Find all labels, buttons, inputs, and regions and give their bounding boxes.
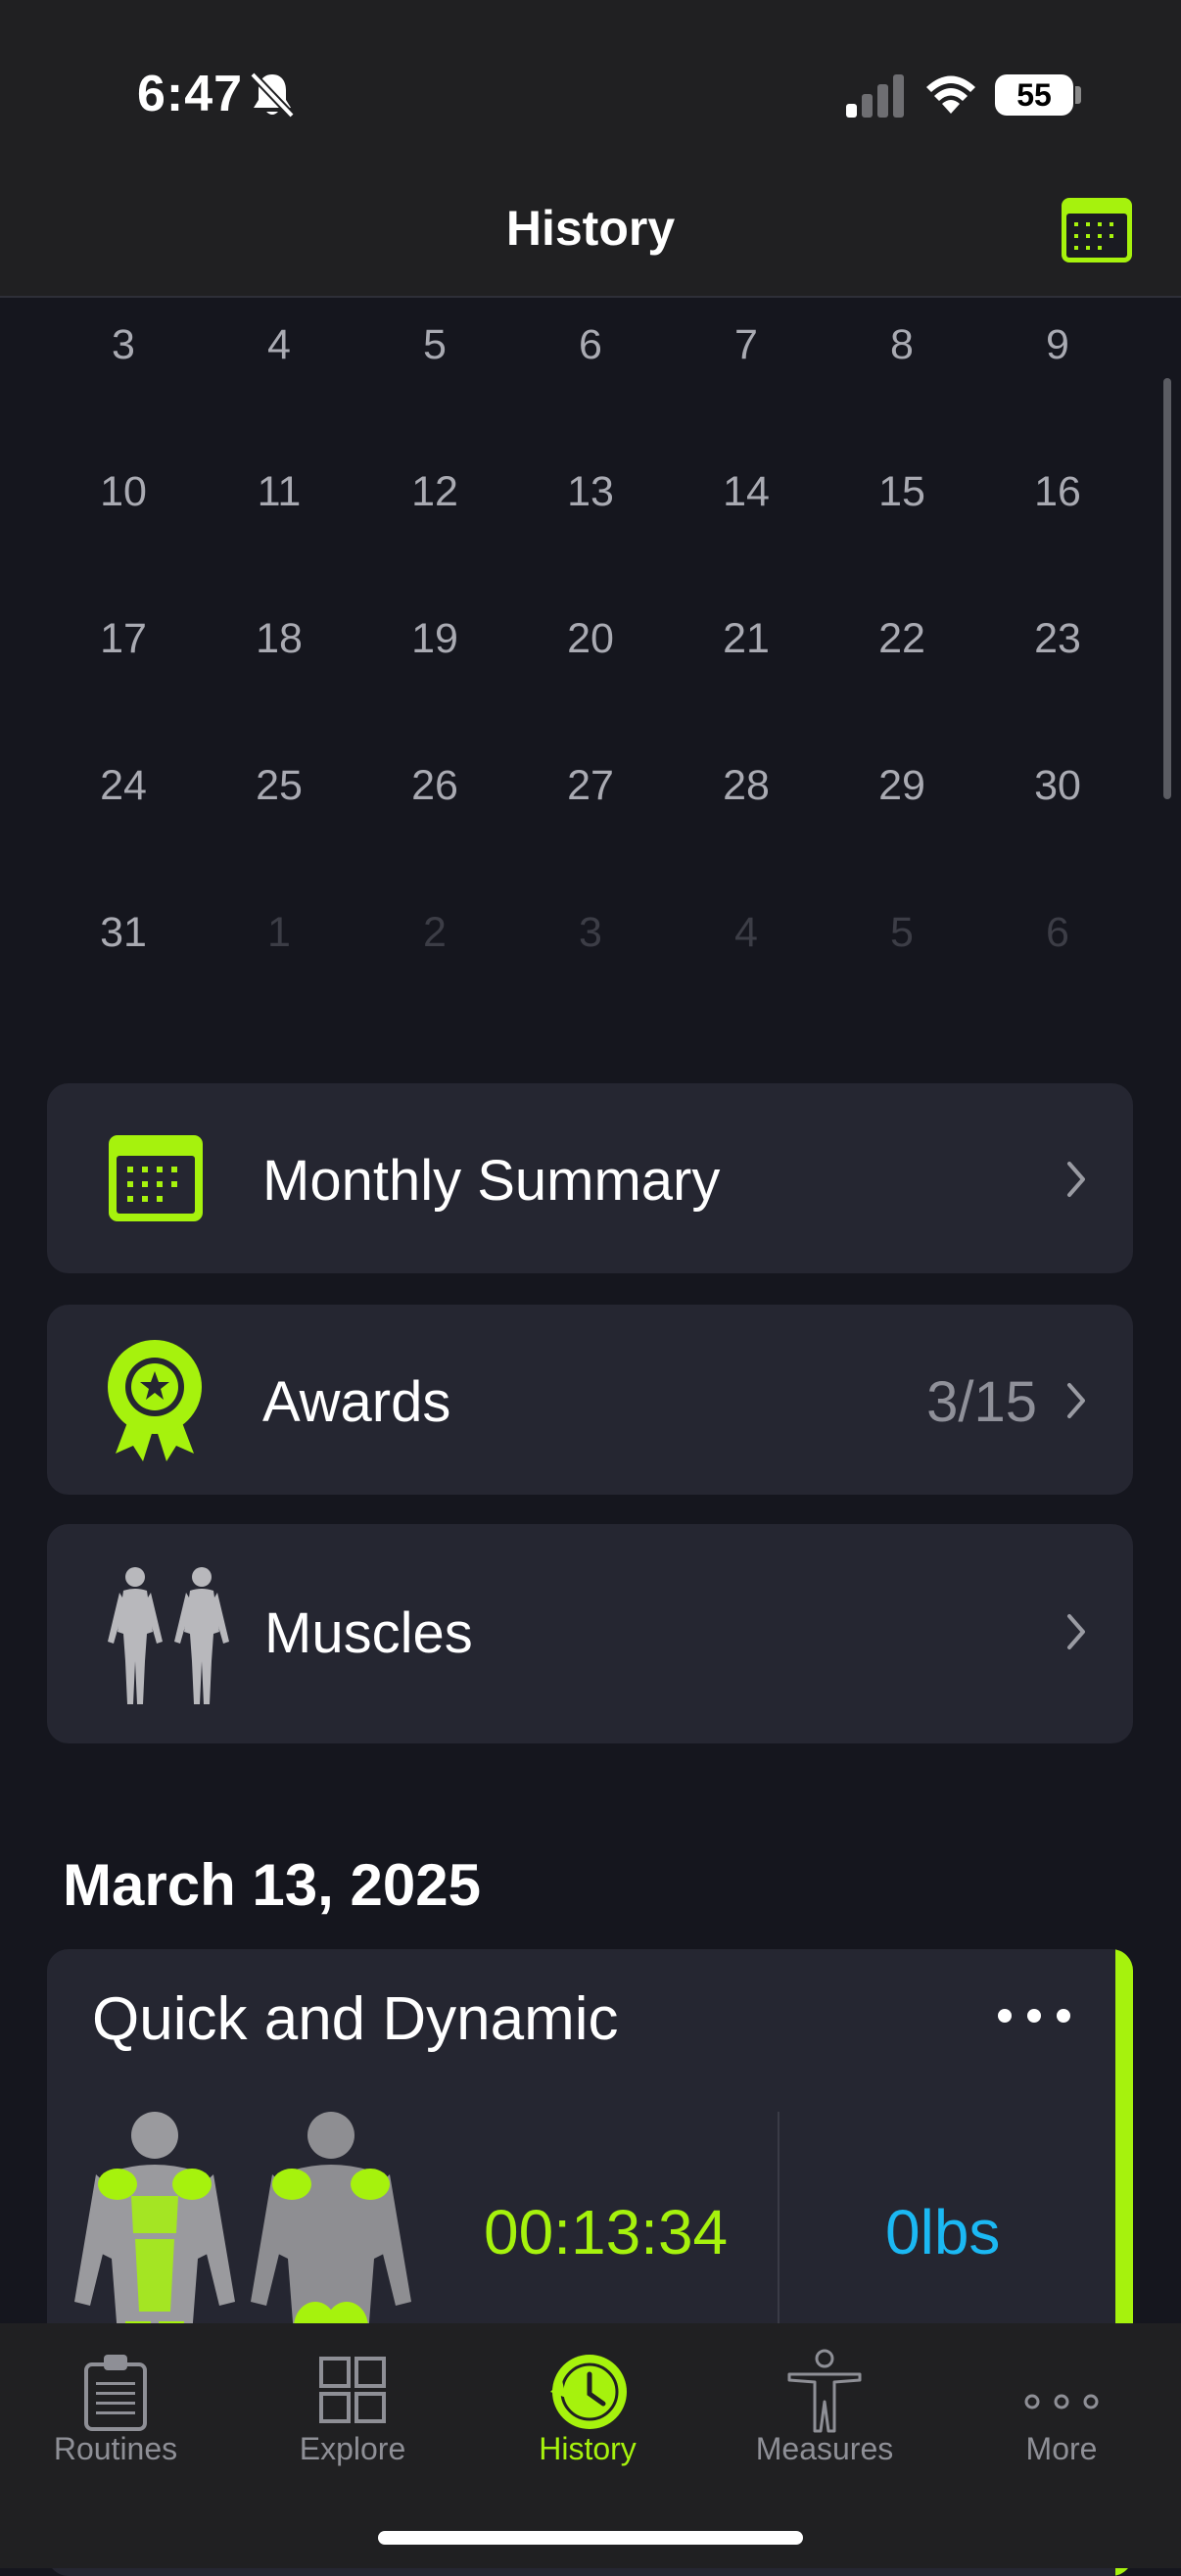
more-options-icon[interactable]: [995, 2004, 1073, 2027]
calendar-day[interactable]: 18: [225, 615, 333, 663]
chevron-right-icon: [1067, 1162, 1085, 1197]
body-front-muscle-icon: [74, 2112, 235, 2361]
calendar-day[interactable]: 11: [225, 468, 333, 516]
calendar-day[interactable]: 27: [537, 762, 644, 810]
clipboard-icon: [84, 2355, 147, 2431]
tab-history[interactable]: History: [470, 2323, 705, 2519]
body-back-muscle-icon: [251, 2112, 411, 2361]
person-icon: [787, 2349, 862, 2433]
calendar-day[interactable]: 31: [70, 909, 177, 957]
ellipsis-icon: [1024, 2394, 1099, 2409]
calendar-day[interactable]: 13: [537, 468, 644, 516]
monthly-summary-row[interactable]: Monthly Summary: [47, 1083, 1133, 1273]
awards-label: Awards: [262, 1370, 451, 1434]
calendar-icon: [109, 1135, 203, 1221]
muscles-row[interactable]: Muscles: [47, 1524, 1133, 1743]
calendar-day[interactable]: 7: [692, 321, 800, 369]
navigation-bar: History: [0, 157, 1181, 298]
tab-more-label: More: [1025, 2431, 1098, 2466]
tab-explore[interactable]: Explore: [235, 2323, 470, 2519]
calendar-day[interactable]: 1: [225, 909, 333, 957]
body-figures-icon: [108, 1567, 229, 1704]
calendar-toggle-button[interactable]: [1060, 196, 1134, 264]
calendar-day[interactable]: 6: [1004, 909, 1111, 957]
battery-indicator: 55: [995, 74, 1073, 116]
calendar-day[interactable]: 3: [70, 321, 177, 369]
workout-title: Quick and Dynamic: [92, 1985, 619, 2053]
calendar-day[interactable]: 29: [848, 762, 956, 810]
calendar-day[interactable]: 30: [1004, 762, 1111, 810]
tab-routines[interactable]: Routines: [0, 2323, 233, 2519]
workout-weight: 0lbs: [885, 2197, 1001, 2267]
calendar-day[interactable]: 20: [537, 615, 644, 663]
tab-more[interactable]: More: [944, 2323, 1179, 2519]
tab-explore-label: Explore: [299, 2431, 406, 2466]
chevron-right-icon: [1067, 1614, 1085, 1649]
workout-duration: 00:13:34: [484, 2197, 729, 2267]
calendar-day[interactable]: 12: [381, 468, 489, 516]
calendar-day[interactable]: 2: [381, 909, 489, 957]
chevron-right-icon: [1067, 1383, 1085, 1418]
home-indicator: [378, 2531, 803, 2545]
calendar-day[interactable]: 5: [381, 321, 489, 369]
calendar-day[interactable]: 6: [537, 321, 644, 369]
calendar-day[interactable]: 16: [1004, 468, 1111, 516]
calendar-day[interactable]: 28: [692, 762, 800, 810]
tab-history-label: History: [539, 2431, 637, 2466]
tab-routines-label: Routines: [53, 2431, 178, 2466]
calendar-day[interactable]: 4: [692, 909, 800, 957]
bell-muted-icon: [250, 72, 295, 119]
calendar-day[interactable]: 22: [848, 615, 956, 663]
workout-divider: [778, 2112, 779, 2347]
calendar-day[interactable]: 9: [1004, 321, 1111, 369]
calendar-day[interactable]: 19: [381, 615, 489, 663]
calendar-day[interactable]: 21: [692, 615, 800, 663]
calendar-day[interactable]: 10: [70, 468, 177, 516]
status-time: 6:47: [137, 66, 244, 122]
calendar-day[interactable]: 4: [225, 321, 333, 369]
grid-icon: [319, 2357, 386, 2423]
page-title: History: [505, 201, 676, 256]
awards-count: 3/15: [926, 1370, 1037, 1434]
calendar-day[interactable]: 24: [70, 762, 177, 810]
calendar-day[interactable]: 25: [225, 762, 333, 810]
calendar-day[interactable]: 5: [848, 909, 956, 957]
history-date-heading: March 13, 2025: [63, 1852, 481, 1918]
battery-cap: [1075, 86, 1081, 104]
award-ribbon-icon: [108, 1340, 202, 1461]
muscles-label: Muscles: [264, 1601, 473, 1665]
calendar-day[interactable]: 3: [537, 909, 644, 957]
wifi-icon: [926, 75, 975, 114]
awards-row[interactable]: Awards 3/15: [47, 1305, 1133, 1495]
cellular-signal-icon: [846, 74, 904, 118]
clock-history-icon: [550, 2355, 627, 2429]
tab-measures-label: Measures: [755, 2431, 894, 2466]
calendar-day[interactable]: 17: [70, 615, 177, 663]
status-bar: 6:47 55: [0, 0, 1181, 157]
calendar-day[interactable]: 26: [381, 762, 489, 810]
calendar-grid: 3 4 5 6 7 8 9 10 11 12 13 14 15 16 17 18 19 20 21 22 23 24 25 2…: [0, 300, 1181, 1005]
calendar-day[interactable]: 23: [1004, 615, 1111, 663]
calendar-day[interactable]: 15: [848, 468, 956, 516]
calendar-day[interactable]: 8: [848, 321, 956, 369]
scrollbar[interactable]: [1163, 378, 1171, 799]
tab-measures[interactable]: Measures: [707, 2323, 942, 2519]
calendar-day[interactable]: 14: [692, 468, 800, 516]
monthly-summary-label: Monthly Summary: [262, 1149, 721, 1213]
